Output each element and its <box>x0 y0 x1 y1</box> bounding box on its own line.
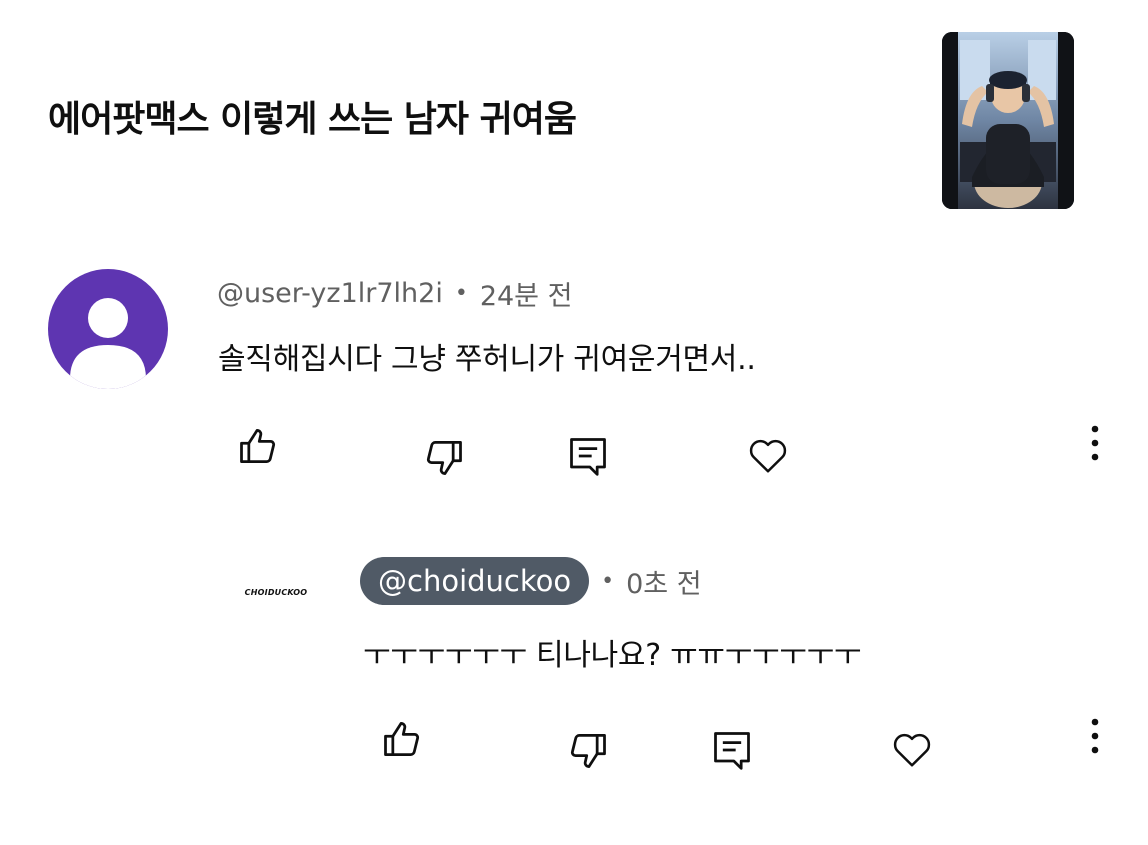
comment-time[interactable]: 24분 전 <box>480 274 573 313</box>
video-thumbnail[interactable] <box>942 32 1074 209</box>
default-avatar-icon <box>70 298 146 389</box>
more-vertical-icon[interactable] <box>1080 423 1110 463</box>
reply-icon[interactable] <box>710 728 754 772</box>
avatar[interactable]: CHOIDUCKOO <box>236 574 316 610</box>
meta-separator: • <box>601 568 615 594</box>
comment-text: ㅜㅜㅜㅜㅜㅜ 티나나요? ㅠㅠㅜㅜㅜㅜㅜ <box>363 638 862 673</box>
avatar[interactable] <box>48 269 168 389</box>
thumbnail-image <box>942 32 1074 209</box>
comment-author[interactable]: @user-yz1lr7lh2i <box>217 278 443 309</box>
heart-icon[interactable] <box>889 726 935 772</box>
comment-meta: @choiduckoo • 0초 전 <box>360 557 702 605</box>
comment-meta: @user-yz1lr7lh2i • 24분 전 <box>217 274 572 312</box>
comment-time[interactable]: 0초 전 <box>626 562 701 601</box>
comment-author-pill[interactable]: @choiduckoo <box>360 557 590 605</box>
thumbs-down-icon[interactable] <box>422 436 466 480</box>
thumbs-down-icon[interactable] <box>566 729 610 773</box>
comment-text: 솔직해집시다 그냥 쭈허니가 귀여운거면서.. <box>218 342 756 377</box>
thumbs-up-icon[interactable] <box>236 424 280 468</box>
heart-icon[interactable] <box>745 432 791 478</box>
meta-separator: • <box>454 280 468 306</box>
video-title[interactable]: 에어팟맥스 이렇게 쓰는 남자 귀여움 <box>48 96 577 144</box>
reply-icon[interactable] <box>566 434 610 478</box>
more-vertical-icon[interactable] <box>1080 716 1110 756</box>
thumbs-up-icon[interactable] <box>380 717 424 761</box>
